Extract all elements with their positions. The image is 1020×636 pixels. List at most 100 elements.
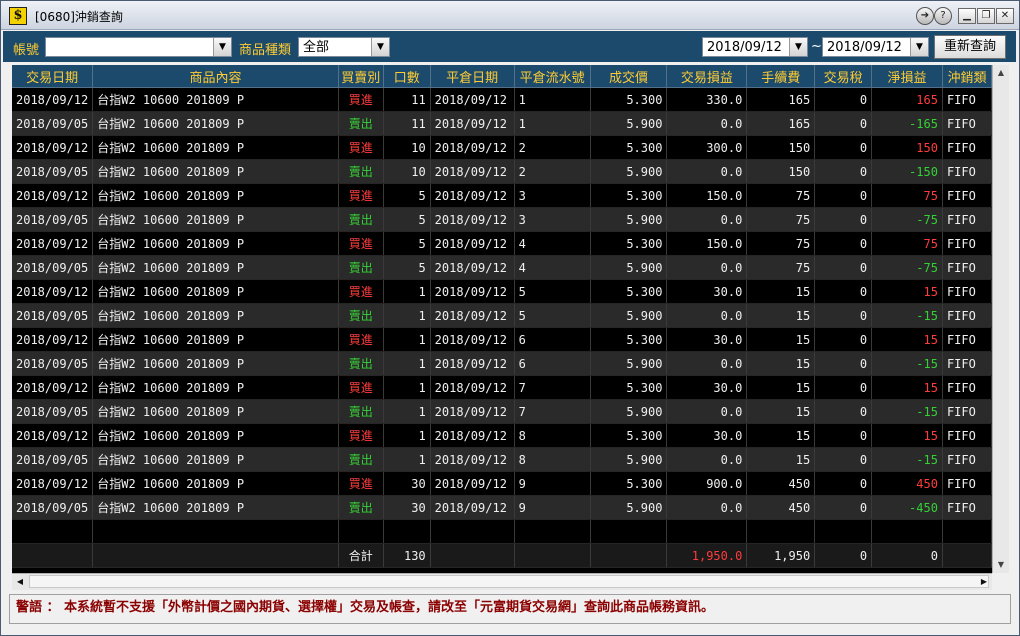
vertical-scrollbar[interactable]: ▲ ▼ — [992, 65, 1009, 573]
cell-price: 5.300 — [590, 471, 668, 496]
table-row[interactable]: 2018/09/12 台指W2 10600 201809 P 買進 11 2018/09… — [12, 87, 992, 112]
table-row[interactable]: 2018/09/05 台指W2 10600 201809 P 賣出 1 2018/09/… — [12, 399, 992, 424]
cell-fee: 75 — [746, 207, 816, 232]
product-type-select[interactable]: 全部 ▼ — [298, 37, 390, 57]
column-header[interactable]: 交易損益 — [666, 65, 748, 88]
table-row[interactable]: 2018/09/05 台指W2 10600 201809 P 賣出 5 2018/09/… — [12, 255, 992, 280]
horizontal-scrollbar[interactable]: ◀ ▶ — [12, 573, 992, 590]
cell-pnl: 900.0 — [666, 471, 748, 496]
cell-seq: 7 — [514, 399, 591, 424]
cell-qty: 1 — [383, 303, 431, 328]
column-header[interactable]: 沖銷類 — [942, 65, 992, 88]
cell-side: 買進 — [338, 471, 384, 496]
cell-net: 450 — [871, 471, 943, 496]
cell-net: -75 — [871, 255, 943, 280]
cell-date: 2018/09/05 — [12, 351, 94, 376]
column-header[interactable]: 成交價 — [590, 65, 668, 88]
cell-pnl: 30.0 — [666, 327, 748, 352]
cell-seq: 9 — [514, 471, 591, 496]
table-row[interactable]: 2018/09/12 台指W2 10600 201809 P 買進 1 2018/09/… — [12, 375, 992, 400]
minimize-icon[interactable]: ▁ — [958, 8, 976, 24]
cell-product: 台指W2 10600 201809 P — [92, 87, 339, 112]
table-row[interactable]: 2018/09/05 台指W2 10600 201809 P 賣出 1 2018/09/… — [12, 303, 992, 328]
scroll-right-icon[interactable]: ▶ — [976, 574, 992, 590]
table-row[interactable]: 2018/09/12 台指W2 10600 201809 P 買進 1 2018/09/… — [12, 327, 992, 352]
date-to-picker[interactable]: 2018/09/12 ▼ — [822, 37, 929, 57]
table-row[interactable]: 2018/09/12 台指W2 10600 201809 P 買進 30 2018/09… — [12, 471, 992, 496]
column-header[interactable]: 買賣別 — [338, 65, 384, 88]
table-row[interactable]: 2018/09/05 台指W2 10600 201809 P 賣出 30 2018/09… — [12, 495, 992, 520]
cell-net: -15 — [871, 399, 943, 424]
requery-button[interactable]: 重新查詢 — [934, 35, 1006, 59]
chevron-down-icon[interactable]: ▼ — [371, 38, 389, 56]
table-row[interactable]: 2018/09/05 台指W2 10600 201809 P 賣出 1 2018/09/… — [12, 351, 992, 376]
column-header[interactable]: 平倉日期 — [430, 65, 515, 88]
column-header[interactable]: 平倉流水號 — [514, 65, 591, 88]
cell-net: 15 — [871, 423, 943, 448]
chevron-down-icon[interactable]: ▼ — [910, 38, 928, 56]
column-header[interactable]: 交易日期 — [12, 65, 94, 88]
table-row[interactable]: 2018/09/05 台指W2 10600 201809 P 賣出 5 2018/09/… — [12, 207, 992, 232]
cell-price: 5.300 — [590, 423, 668, 448]
nav-icon[interactable]: ➔ — [916, 7, 934, 25]
cell-qty: 11 — [383, 87, 431, 112]
chevron-down-icon[interactable]: ▼ — [213, 38, 231, 56]
offset-query-grid[interactable]: 交易日期 商品內容 買賣別 口數 平倉日期 平倉流水號 成交價 交易損益 手續費 交易稅 淨損益 沖銷… — [12, 65, 992, 573]
cell-pnl: 0.0 — [666, 207, 748, 232]
cell-seq: 1 — [514, 87, 591, 112]
cell-net: -15 — [871, 303, 943, 328]
cell-net: -165 — [871, 111, 943, 136]
cell-seq: 4 — [514, 231, 591, 256]
scroll-up-icon[interactable]: ▲ — [993, 65, 1009, 81]
account-select[interactable]: ▼ — [45, 37, 232, 57]
scroll-left-icon[interactable]: ◀ — [12, 574, 28, 590]
table-row[interactable]: 2018/09/05 台指W2 10600 201809 P 賣出 10 2018/09… — [12, 159, 992, 184]
cell-price: 5.300 — [590, 279, 668, 304]
date-from-picker[interactable]: 2018/09/12 ▼ — [702, 37, 808, 57]
table-row[interactable]: 2018/09/12 台指W2 10600 201809 P 買進 10 2018/09… — [12, 135, 992, 160]
title-bar[interactable]: $ [0680]沖銷查詢 ➔ ? ▁ ❐ ✕ — [1, 1, 1019, 30]
table-row[interactable]: 2018/09/12 台指W2 10600 201809 P 買進 1 2018/09/… — [12, 423, 992, 448]
cell-pnl: 30.0 — [666, 279, 748, 304]
cell-pnl: 0.0 — [666, 495, 748, 520]
help-icon[interactable]: ? — [934, 7, 952, 25]
cell-fee: 450 — [746, 495, 816, 520]
cell-date: 2018/09/12 — [12, 375, 94, 400]
column-header[interactable]: 商品內容 — [92, 65, 339, 88]
cell-date: 2018/09/12 — [12, 87, 94, 112]
cell-net: 15 — [871, 375, 943, 400]
cell-seq: 4 — [514, 255, 591, 280]
total-label: 合計 — [338, 543, 384, 568]
app-window: $ [0680]沖銷查詢 ➔ ? ▁ ❐ ✕ 帳號 ▼ 商品種類 全部 ▼ 20… — [0, 0, 1020, 636]
table-row[interactable]: 2018/09/12 台指W2 10600 201809 P 買進 5 2018/09/… — [12, 183, 992, 208]
cell-date: 2018/09/05 — [12, 159, 94, 184]
chevron-down-icon[interactable]: ▼ — [789, 38, 807, 56]
maximize-icon[interactable]: ❐ — [977, 8, 995, 24]
cell-close-date: 2018/09/12 — [430, 279, 515, 304]
table-row[interactable]: 2018/09/12 台指W2 10600 201809 P 買進 5 2018/09/… — [12, 231, 992, 256]
table-row[interactable]: 2018/09/05 台指W2 10600 201809 P 賣出 11 2018/09… — [12, 111, 992, 136]
cell-fee: 15 — [746, 303, 816, 328]
total-pnl: 1,950.0 — [666, 543, 748, 568]
cell-pnl: 0.0 — [666, 303, 748, 328]
close-icon[interactable]: ✕ — [996, 8, 1014, 24]
table-row[interactable]: 2018/09/12 台指W2 10600 201809 P 買進 1 2018/09/… — [12, 279, 992, 304]
cell-date: 2018/09/12 — [12, 471, 94, 496]
column-header[interactable]: 交易稅 — [814, 65, 873, 88]
cell-product: 台指W2 10600 201809 P — [92, 159, 339, 184]
cell-method: FIFO — [942, 327, 992, 352]
column-header[interactable]: 手續費 — [746, 65, 816, 88]
column-header[interactable]: 淨損益 — [871, 65, 943, 88]
total-qty: 130 — [383, 543, 431, 568]
cell-product: 台指W2 10600 201809 P — [92, 495, 339, 520]
scroll-thumb[interactable] — [29, 575, 989, 588]
cell-tax: 0 — [814, 135, 873, 160]
cell-qty: 1 — [383, 399, 431, 424]
product-type-label: 商品種類 — [239, 43, 292, 58]
cell-product: 台指W2 10600 201809 P — [92, 279, 339, 304]
column-header[interactable]: 口數 — [383, 65, 431, 88]
table-row[interactable]: 2018/09/05 台指W2 10600 201809 P 賣出 1 2018/09/… — [12, 447, 992, 472]
cell-product: 台指W2 10600 201809 P — [92, 111, 339, 136]
cell-pnl: 150.0 — [666, 183, 748, 208]
scroll-down-icon[interactable]: ▼ — [993, 557, 1009, 573]
